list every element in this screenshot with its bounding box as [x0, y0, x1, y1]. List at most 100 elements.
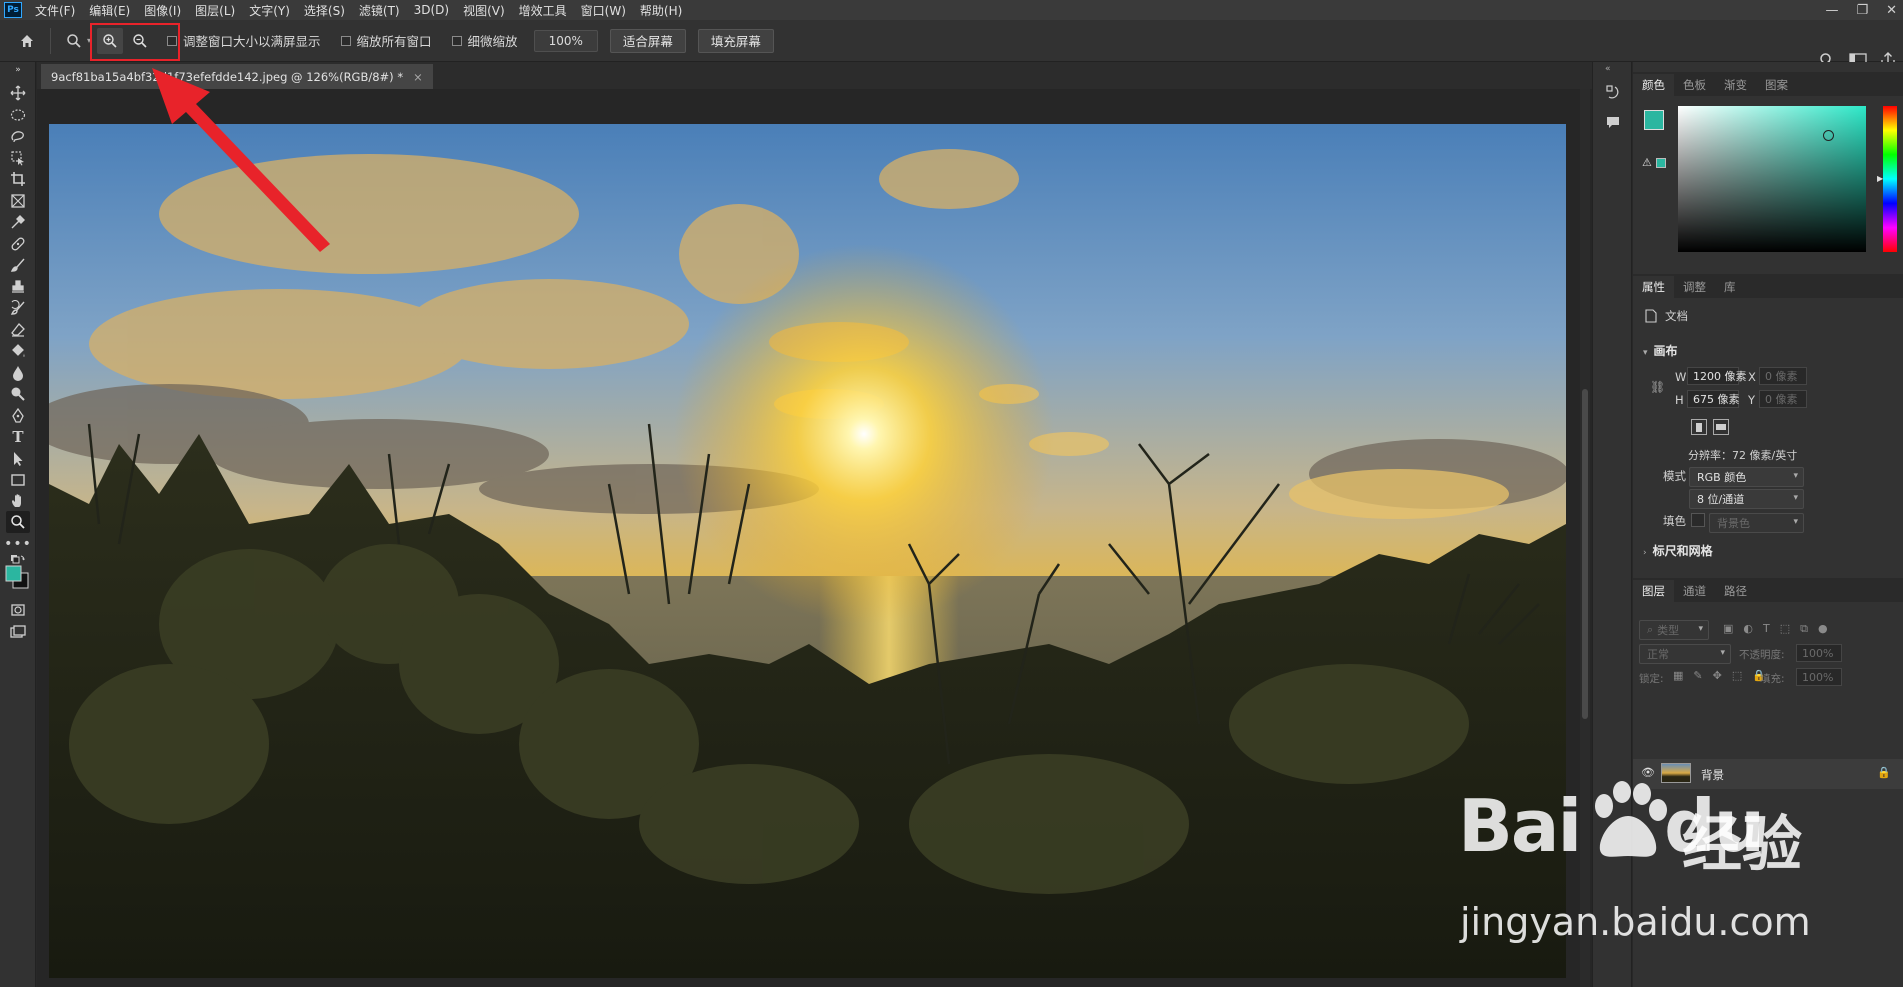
fill-screen-button[interactable]: 填充屏幕 — [697, 28, 774, 53]
zoom-percent-field[interactable]: 100% — [533, 29, 598, 52]
image-filter-icon[interactable]: ▣ — [1723, 622, 1733, 636]
lock-position-icon[interactable]: ✥ — [1713, 669, 1722, 682]
image-canvas[interactable] — [49, 124, 1566, 978]
crop-tool-icon[interactable] — [6, 168, 30, 190]
tab-color[interactable]: 颜色 — [1633, 74, 1674, 96]
collapse-toolbar-icon[interactable]: » — [6, 64, 30, 76]
minimize-button[interactable]: — — [1825, 3, 1838, 18]
tab-paths[interactable]: 路径 — [1715, 580, 1756, 602]
menu-select[interactable]: 选择(S) — [297, 2, 352, 19]
scrubby-zoom-checkbox[interactable]: 细微缩放 — [451, 31, 518, 50]
fill-opacity-field[interactable]: 100% — [1796, 668, 1842, 686]
vertical-scrollbar[interactable] — [1580, 89, 1590, 987]
type-filter-icon[interactable]: T — [1763, 622, 1770, 636]
height-field[interactable]: 675 像素 — [1687, 390, 1740, 408]
tab-libraries[interactable]: 库 — [1715, 276, 1745, 298]
menu-edit[interactable]: 编辑(E) — [82, 2, 137, 19]
eyedropper-tool-icon[interactable] — [6, 211, 30, 233]
tab-channels[interactable]: 通道 — [1674, 580, 1715, 602]
marquee-tool-icon[interactable] — [6, 104, 30, 126]
hue-slider-handle-icon[interactable]: ▶ — [1877, 174, 1883, 183]
tab-swatches[interactable]: 色板 — [1674, 74, 1715, 96]
layer-filter-select[interactable]: ⌕ 类型 ▾ — [1639, 620, 1709, 640]
brush-tool-icon[interactable] — [6, 254, 30, 276]
canvas-section-header[interactable]: ▾ 画布 — [1643, 342, 1678, 359]
portrait-orientation-icon[interactable] — [1691, 419, 1707, 435]
move-tool-icon[interactable] — [6, 82, 30, 104]
opacity-field[interactable]: 100% — [1796, 644, 1842, 662]
tab-layers[interactable]: 图层 — [1633, 580, 1674, 602]
menu-layer[interactable]: 图层(L) — [188, 2, 242, 19]
zoom-tool-icon[interactable] — [6, 511, 30, 533]
fill-color-swatch[interactable] — [1691, 513, 1705, 527]
menu-plugins[interactable]: 增效工具 — [512, 2, 574, 19]
rectangle-tool-icon[interactable] — [6, 469, 30, 491]
link-icon[interactable]: ⛓ — [1650, 380, 1665, 394]
bit-depth-select[interactable]: 8 位/通道 ▾ — [1689, 489, 1804, 509]
history-panel-icon[interactable] — [1605, 84, 1621, 100]
checkbox-box[interactable] — [451, 35, 462, 46]
y-field[interactable]: 0 像素 — [1759, 390, 1807, 408]
lock-transparency-icon[interactable]: ▦ — [1673, 669, 1683, 682]
blur-tool-icon[interactable] — [6, 362, 30, 384]
gamut-color-swatch[interactable] — [1655, 157, 1666, 168]
more-tools-icon[interactable]: ••• — [4, 533, 31, 555]
menu-view[interactable]: 视图(V) — [456, 2, 512, 19]
layer-row-background[interactable]: 👁 背景 🔒 — [1633, 759, 1903, 789]
menu-file[interactable]: 文件(F) — [28, 2, 82, 19]
menu-filter[interactable]: 滤镜(T) — [352, 2, 407, 19]
smart-object-filter-icon[interactable]: ⧉ — [1800, 622, 1808, 636]
gamut-warning[interactable]: ⚠ — [1642, 156, 1666, 169]
menu-help[interactable]: 帮助(H) — [633, 2, 689, 19]
collapse-panels-icon[interactable]: « — [1605, 64, 1621, 74]
lock-artboard-icon[interactable]: ⬚ — [1732, 669, 1742, 682]
quick-mask-icon[interactable] — [6, 599, 30, 621]
landscape-orientation-icon[interactable] — [1713, 419, 1729, 435]
adjustment-filter-icon[interactable]: ◐ — [1743, 622, 1753, 636]
width-field[interactable]: 1200 像素 — [1687, 367, 1747, 385]
shape-filter-icon[interactable]: ⬚ — [1780, 622, 1790, 636]
checkbox-box[interactable] — [340, 35, 351, 46]
mode-select[interactable]: RGB 颜色 ▾ — [1689, 467, 1804, 487]
hand-tool-icon[interactable] — [6, 490, 30, 512]
pen-tool-icon[interactable] — [6, 405, 30, 427]
zoom-tool-preset-icon[interactable] — [61, 28, 87, 54]
zoom-all-windows-checkbox[interactable]: 缩放所有窗口 — [340, 31, 432, 50]
color-picker-field[interactable] — [1678, 106, 1866, 252]
tab-adjustments[interactable]: 调整 — [1674, 276, 1715, 298]
fill-select[interactable]: 背景色 ▾ — [1709, 513, 1804, 533]
tab-gradients[interactable]: 渐变 — [1715, 74, 1756, 96]
object-selection-tool-icon[interactable] — [6, 147, 30, 169]
tab-patterns[interactable]: 图案 — [1756, 74, 1797, 96]
dodge-tool-icon[interactable] — [6, 383, 30, 405]
paint-bucket-tool-icon[interactable] — [6, 340, 30, 362]
lasso-tool-icon[interactable] — [6, 126, 30, 148]
frame-tool-icon[interactable] — [6, 190, 30, 212]
eye-icon[interactable]: 👁 — [1641, 766, 1655, 779]
close-button[interactable]: ✕ — [1886, 3, 1897, 18]
lock-pixels-icon[interactable]: ✎ — [1693, 669, 1702, 682]
menu-type[interactable]: 文字(Y) — [242, 2, 297, 19]
foreground-color-swatch[interactable] — [1644, 110, 1664, 130]
menu-window[interactable]: 窗口(W) — [574, 2, 633, 19]
resize-windows-checkbox[interactable]: 调整窗口大小以满屏显示 — [167, 31, 321, 50]
blend-mode-select[interactable]: 正常 ▾ — [1639, 644, 1731, 664]
comments-panel-icon[interactable] — [1605, 114, 1621, 130]
fg-bg-swatches[interactable] — [4, 564, 30, 590]
screen-mode-icon[interactable] — [6, 621, 30, 643]
path-selection-tool-icon[interactable] — [6, 448, 30, 470]
scrollbar-thumb[interactable] — [1582, 389, 1588, 719]
clone-stamp-tool-icon[interactable] — [6, 276, 30, 298]
home-icon[interactable] — [14, 28, 40, 54]
menu-image[interactable]: 图像(I) — [137, 2, 188, 19]
x-field[interactable]: 0 像素 — [1759, 367, 1807, 385]
restore-button[interactable]: ❐ — [1856, 3, 1868, 18]
history-brush-tool-icon[interactable] — [6, 297, 30, 319]
tab-properties[interactable]: 属性 — [1633, 276, 1674, 298]
type-tool-icon[interactable]: T — [6, 426, 30, 448]
hue-slider[interactable] — [1883, 106, 1897, 252]
document-tab[interactable]: 9acf81ba15a4bf32d1f73efefdde142.jpeg @ 1… — [41, 64, 433, 89]
color-picker-cursor[interactable] — [1823, 130, 1834, 141]
tab-close-icon[interactable]: × — [413, 70, 423, 84]
fit-screen-button[interactable]: 适合屏幕 — [609, 28, 686, 53]
